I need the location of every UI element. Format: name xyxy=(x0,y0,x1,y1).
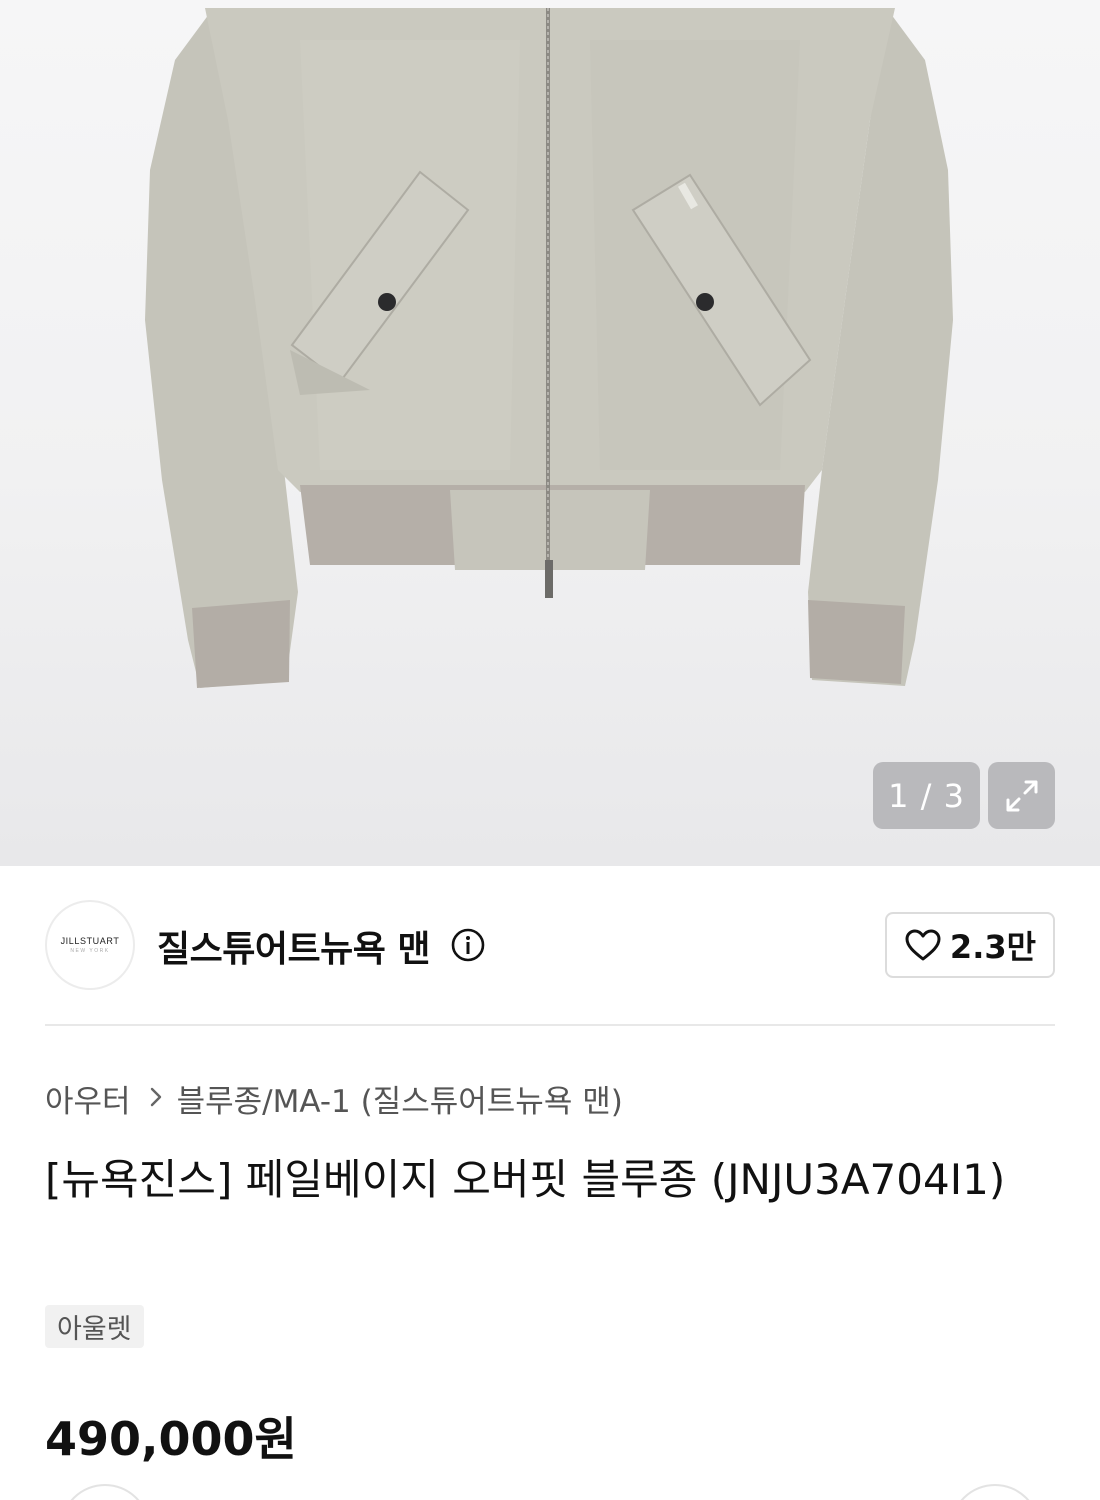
bottom-left-circle-button[interactable] xyxy=(60,1484,150,1500)
brand-logo-subtext: NEW YORK xyxy=(70,948,110,954)
outlet-badge: 아울렛 xyxy=(45,1305,144,1348)
brand-logo-text: JILLSTUART xyxy=(60,936,120,946)
expand-image-button[interactable] xyxy=(988,762,1055,829)
breadcrumb: 아우터 블루종/MA-1 (질스튜어트뉴욕 맨) xyxy=(45,1076,623,1121)
breadcrumb-parent[interactable]: 아우터 xyxy=(45,1076,131,1121)
like-count: 2.3만 xyxy=(949,928,1037,966)
like-button[interactable]: 2.3만 xyxy=(885,912,1055,978)
bottom-right-circle-button[interactable] xyxy=(950,1484,1040,1500)
product-image xyxy=(145,8,953,688)
brand-logo[interactable]: JILLSTUART NEW YORK xyxy=(45,900,135,990)
brand-name-link[interactable]: 질스튜어트뉴욕 맨 xyxy=(157,920,431,972)
expand-icon xyxy=(1006,780,1037,811)
breadcrumb-child[interactable]: 블루종/MA-1 (질스튜어트뉴욕 맨) xyxy=(177,1076,623,1121)
chevron-right-icon xyxy=(149,1082,163,1115)
product-price: 490,000원 xyxy=(45,1412,297,1466)
heart-icon xyxy=(905,929,941,961)
product-image-gallery[interactable]: 1 / 3 xyxy=(0,0,1100,866)
divider xyxy=(45,1024,1055,1026)
product-title: [뉴욕진스] 페일베이지 오버핏 블루종 (JNJU3A704I1) xyxy=(45,1155,1006,1204)
image-page-counter: 1 / 3 xyxy=(873,762,980,829)
info-icon[interactable] xyxy=(450,927,486,963)
